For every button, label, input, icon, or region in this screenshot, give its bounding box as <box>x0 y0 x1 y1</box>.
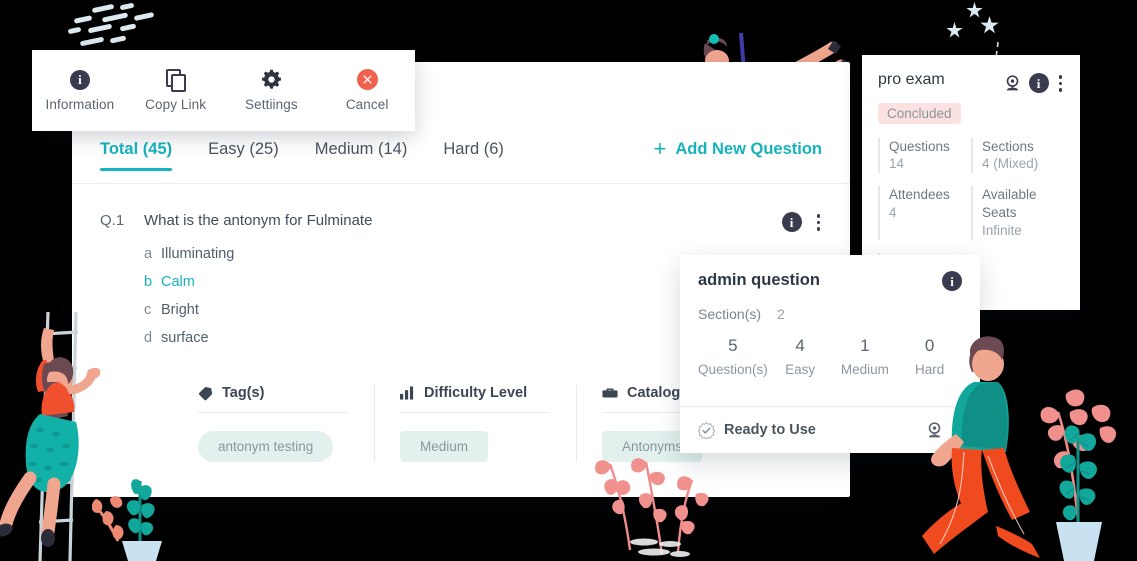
action-toolbar: i Information Copy Link Settiings Cancel <box>32 50 415 131</box>
option-label: surface <box>161 329 209 346</box>
copy-icon <box>165 69 186 92</box>
option-key: b <box>144 273 153 290</box>
difficulty-chip[interactable]: Medium <box>400 431 489 462</box>
stat-label: Available Seats <box>982 187 1037 220</box>
question-number: Q.1 <box>100 212 125 229</box>
option-label: Illuminating <box>161 245 235 262</box>
info-circle-icon[interactable]: i <box>942 271 962 291</box>
info-circle-icon[interactable]: i <box>1028 73 1049 94</box>
tags-title: Tag(s) <box>222 385 265 401</box>
plus-icon: + <box>653 136 667 161</box>
counter-caption: Medium <box>840 362 889 377</box>
question-actions: i <box>781 212 833 233</box>
exam-title: pro exam <box>878 71 945 88</box>
decoration-sparks <box>938 2 1004 46</box>
toolbar-label: Cancel <box>345 97 389 112</box>
stat-value: 4 (Mixed) <box>982 156 1039 172</box>
toolbar-item-cancel[interactable]: Cancel <box>321 69 413 112</box>
counter-value: 4 <box>795 336 805 355</box>
counter-value: 5 <box>728 336 738 355</box>
tag-icon <box>198 386 213 400</box>
info-circle-icon: i <box>69 69 90 90</box>
option-key: c <box>144 301 152 318</box>
tab-hard[interactable]: Hard (6) <box>443 140 504 171</box>
admin-question-sections: Section(s) 2 <box>698 306 962 322</box>
toolbar-item-copy-link[interactable]: Copy Link <box>130 69 222 112</box>
meta-column-difficulty: Difficulty Level Medium <box>374 385 576 462</box>
webcam-icon[interactable] <box>1004 75 1021 91</box>
stat-available-seats: Available Seats Infinite <box>971 186 1064 240</box>
admin-question-title: admin question <box>698 271 820 289</box>
tags-divider <box>198 412 348 413</box>
question-header: Q.1 What is the antonym for Fulminate i <box>100 212 832 233</box>
question-text: What is the antonym for Fulminate <box>144 212 373 229</box>
add-new-question-button[interactable]: + Add New Question <box>653 138 822 172</box>
tag-chip[interactable]: antonym testing <box>198 431 334 462</box>
more-options-icon[interactable] <box>1057 73 1065 94</box>
meta-column-tags: Tag(s) antonym testing <box>198 385 374 462</box>
admin-question-header: admin question i <box>698 271 962 291</box>
toolbar-label: Copy Link <box>145 97 207 112</box>
tags-header: Tag(s) <box>198 385 374 412</box>
admin-question-footer-actions <box>926 420 965 441</box>
difficulty-title: Difficulty Level <box>424 385 528 401</box>
question-filter-tabs: Total (45) Easy (25) Medium (14) Hard (6… <box>72 127 850 183</box>
tabs-divider <box>72 183 850 184</box>
admin-question-card: admin question i Section(s) 2 5 Question… <box>680 255 980 453</box>
exam-header-actions: i <box>1004 73 1065 94</box>
toolbar-label: Information <box>45 96 115 112</box>
more-options-icon[interactable] <box>815 212 823 233</box>
option-label: Bright <box>161 301 199 318</box>
exam-header: pro exam i <box>878 71 1064 94</box>
gear-icon <box>261 69 281 89</box>
toolbar-item-information[interactable]: i Information <box>34 69 126 112</box>
stat-sections: Sections 4 (Mixed) <box>971 137 1064 174</box>
stat-value: 4 <box>889 204 897 220</box>
decoration-dashes <box>62 2 158 52</box>
stat-label: Attendees <box>889 187 950 203</box>
more-options-icon[interactable] <box>957 420 965 441</box>
ready-status: Ready to Use <box>698 421 926 439</box>
difficulty-header: Difficulty Level <box>400 385 576 412</box>
illustration-plant-right <box>1040 389 1117 561</box>
status-badge: Concluded <box>878 102 961 124</box>
tab-medium[interactable]: Medium (14) <box>315 140 408 171</box>
webcam-icon[interactable] <box>926 422 943 438</box>
option-label: Calm <box>161 273 195 290</box>
ready-status-label: Ready to Use <box>724 422 816 438</box>
option-key: d <box>144 329 153 346</box>
counter-hard: 0 Hard <box>897 336 962 377</box>
stat-label: Questions <box>889 138 950 154</box>
counter-caption: Easy <box>785 362 816 377</box>
toolbar-label: Settiings <box>245 97 298 112</box>
stat-questions: Questions 14 <box>878 137 971 174</box>
toolbar-item-settings[interactable]: Settiings <box>225 69 317 112</box>
bar-chart-icon <box>400 386 414 400</box>
app-background: Total (45) Easy (25) Medium (14) Hard (6… <box>0 0 1137 561</box>
stat-label: Sections <box>982 138 1034 154</box>
admin-question-footer: Ready to Use <box>680 406 980 453</box>
stat-value: Infinite <box>982 222 1022 238</box>
stat-value: 14 <box>889 156 905 172</box>
add-new-question-label: Add New Question <box>675 139 822 158</box>
verified-check-icon <box>698 421 715 439</box>
close-circle-icon <box>356 69 378 90</box>
stat-attendees: Attendees 4 <box>878 186 971 240</box>
admin-question-counters: 5 Question(s) 4 Easy 1 Medium 0 Hard <box>698 336 962 377</box>
counter-value: 0 <box>924 336 935 355</box>
counter-questions: 5 Question(s) <box>698 336 768 377</box>
sections-value: 2 <box>777 306 785 322</box>
counter-caption: Hard <box>914 362 945 377</box>
counter-easy: 4 Easy <box>768 336 833 377</box>
tab-total[interactable]: Total (45) <box>100 140 173 171</box>
counter-medium: 1 Medium <box>833 336 898 377</box>
info-circle-icon[interactable]: i <box>781 212 802 233</box>
briefcase-icon <box>602 388 618 398</box>
sections-label: Section(s) <box>698 306 762 322</box>
difficulty-divider <box>400 412 550 413</box>
counter-caption: Question(s) <box>698 362 768 377</box>
counter-value: 1 <box>860 336 870 355</box>
option-key: a <box>144 245 153 262</box>
tab-easy[interactable]: Easy (25) <box>208 140 279 171</box>
